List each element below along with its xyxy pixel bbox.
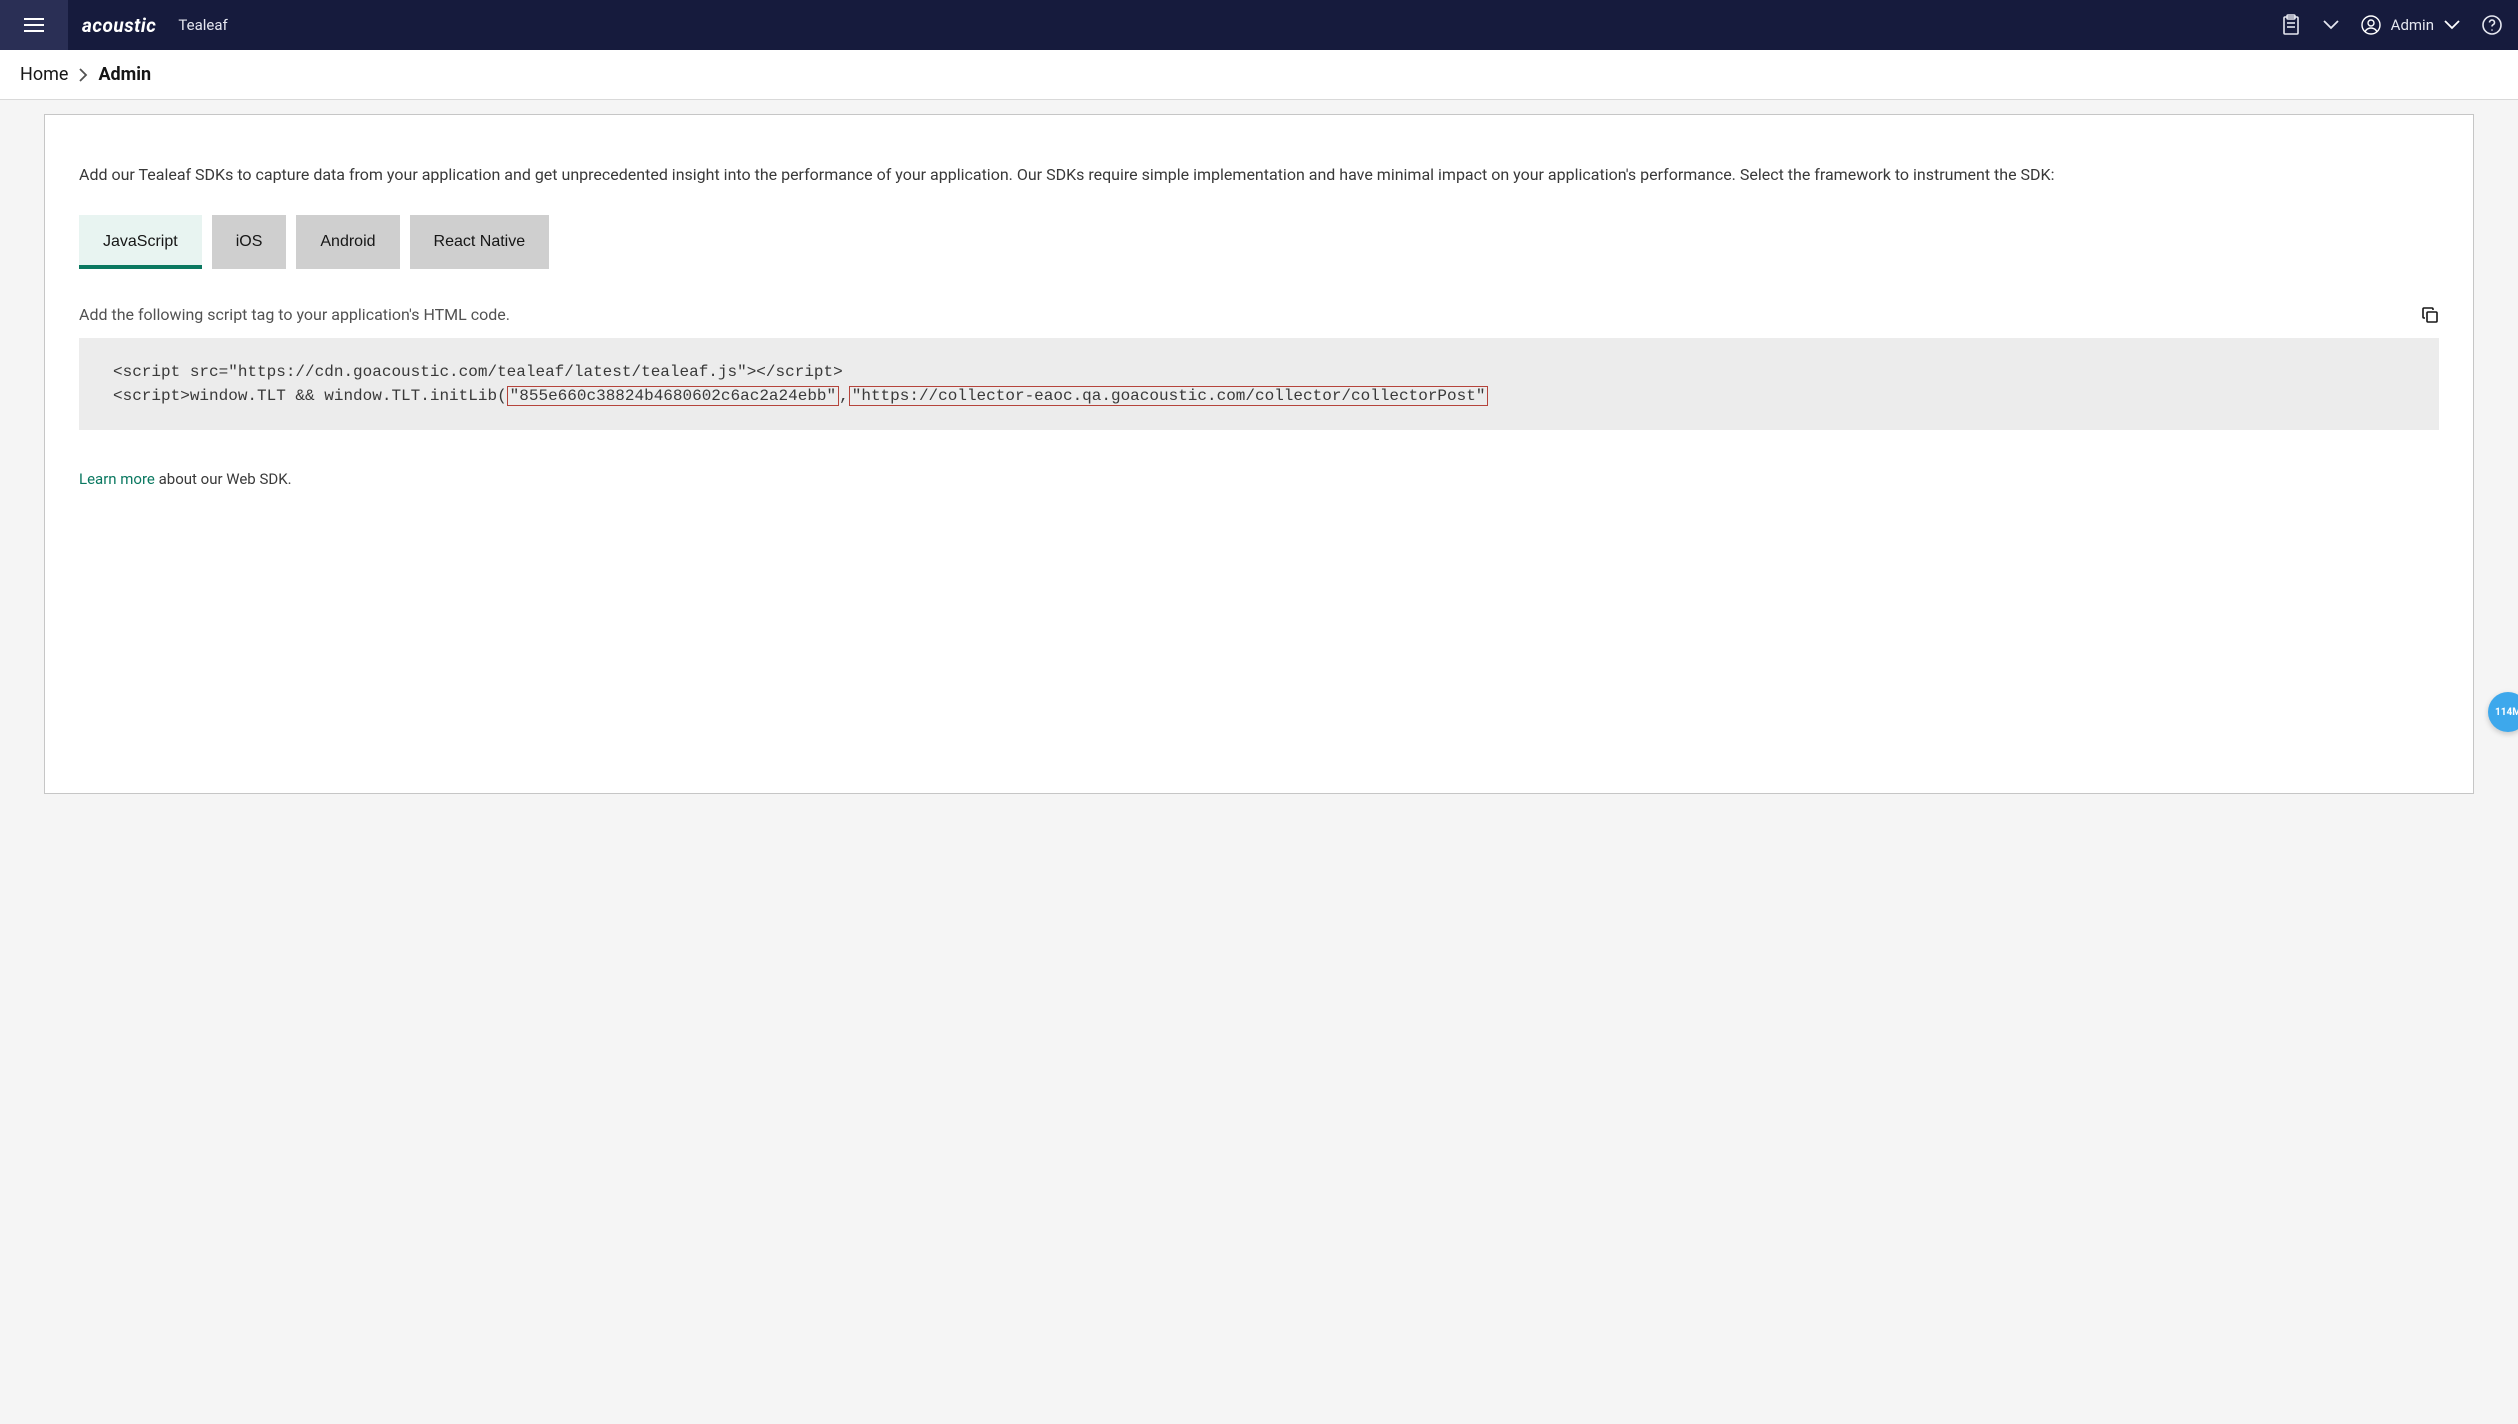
top-nav: acoustic Tealeaf Admin	[0, 0, 2518, 50]
user-label: Admin	[2391, 16, 2434, 34]
brand-logo: acoustic	[82, 14, 156, 37]
chevron-down-icon	[2323, 20, 2339, 30]
tab-ios[interactable]: iOS	[212, 215, 287, 269]
breadcrumb: Home Admin	[0, 50, 2518, 100]
instruction-text: Add the following script tag to your app…	[79, 305, 510, 324]
breadcrumb-home[interactable]: Home	[20, 64, 68, 85]
user-menu[interactable]: Admin	[2361, 15, 2460, 35]
breadcrumb-current: Admin	[98, 64, 151, 85]
learn-more: Learn more about our Web SDK.	[79, 470, 2439, 488]
tab-react-native[interactable]: React Native	[410, 215, 550, 269]
code-highlight-collector-url: "https://collector-eaoc.qa.goacoustic.co…	[849, 386, 1489, 406]
chevron-right-icon	[78, 68, 88, 82]
learn-more-rest: about our Web SDK.	[155, 470, 292, 488]
sdk-card: Add our Tealeaf SDKs to capture data fro…	[44, 114, 2474, 794]
tab-android[interactable]: Android	[296, 215, 399, 269]
menu-button[interactable]	[0, 0, 68, 50]
app-name: Tealeaf	[178, 16, 227, 34]
copy-button[interactable]	[2421, 306, 2439, 324]
help-button[interactable]	[2482, 15, 2502, 35]
tab-javascript[interactable]: JavaScript	[79, 215, 202, 269]
copy-icon	[2421, 306, 2439, 324]
chevron-down-icon	[2444, 20, 2460, 30]
app-switcher-button[interactable]	[2323, 20, 2339, 30]
code-line-2-pre: <script>window.TLT && window.TLT.initLib…	[113, 387, 507, 405]
code-highlight-app-key: "855e660c38824b4680602c6ac2a24ebb"	[507, 386, 839, 406]
help-icon	[2482, 15, 2502, 35]
intro-text: Add our Tealeaf SDKs to capture data fro…	[79, 163, 2439, 187]
clipboard-icon	[2281, 14, 2301, 36]
code-line-1: <script src="https://cdn.goacoustic.com/…	[113, 363, 843, 381]
hamburger-icon	[24, 18, 44, 32]
avatar-icon	[2361, 15, 2381, 35]
clipboard-button[interactable]	[2281, 14, 2301, 36]
code-line-2-mid: ,	[839, 387, 849, 405]
code-block: <script src="https://cdn.goacoustic.com/…	[79, 338, 2439, 430]
sdk-tabs: JavaScript iOS Android React Native	[79, 215, 2439, 269]
learn-more-link[interactable]: Learn more	[79, 470, 155, 488]
